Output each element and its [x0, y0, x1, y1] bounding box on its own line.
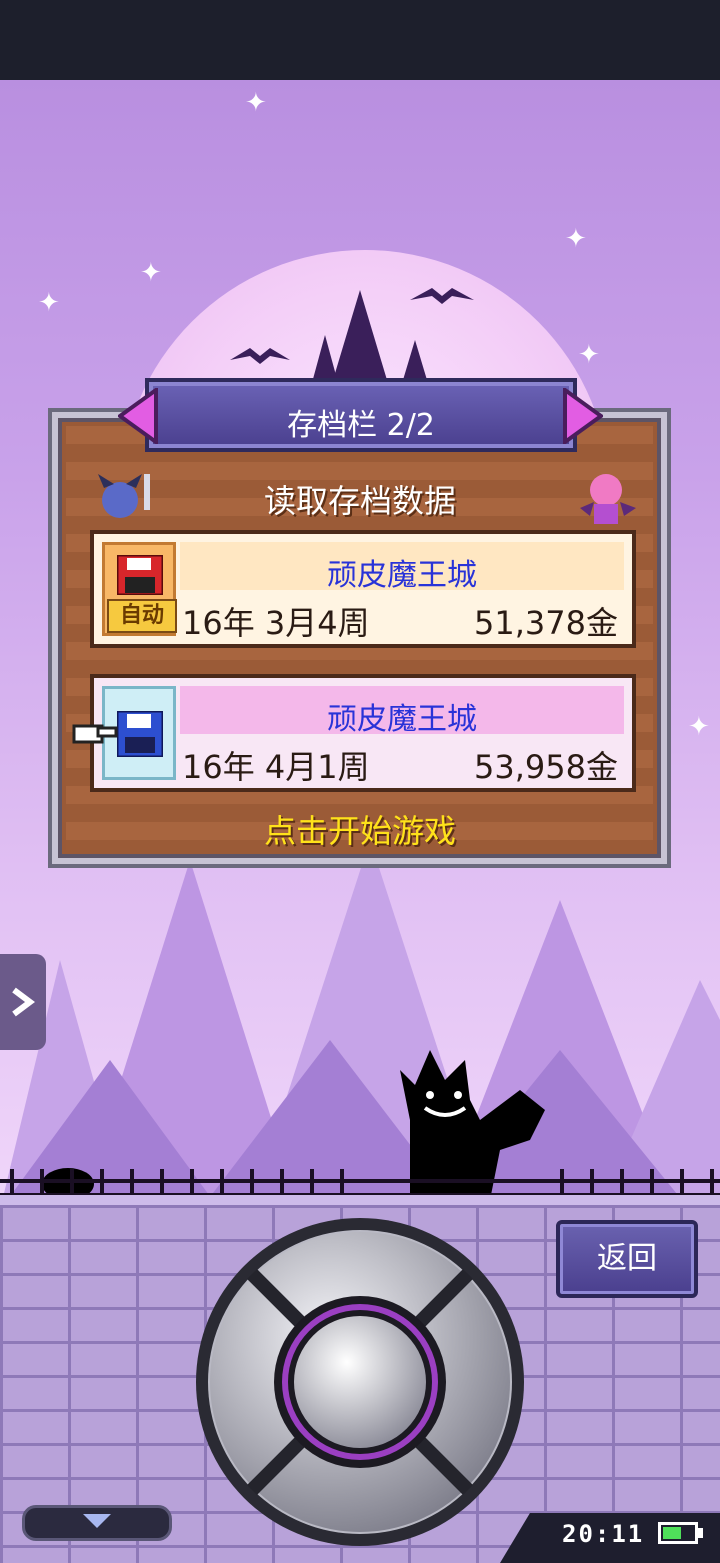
dpad-center-button: [294, 1316, 426, 1448]
star-icon: ✦: [245, 88, 267, 118]
back-button[interactable]: 返回: [556, 1220, 698, 1298]
mountain-silhouettes: [1, 840, 720, 1205]
dialog-subtitle: 读取存档数据: [263, 482, 456, 520]
start-game-prompt[interactable]: 点击开始游戏: [0, 806, 720, 852]
battery-tip: [698, 1528, 703, 1538]
star-icon: ✦: [140, 258, 162, 288]
directional-pad[interactable]: [192, 1214, 528, 1550]
chevron-right-icon: [12, 987, 35, 1017]
star-icon: ✦: [688, 712, 710, 742]
game-clock: 20:11: [562, 1520, 645, 1548]
slot-gold: 53,958金: [474, 748, 618, 786]
top-status-area: [0, 0, 720, 80]
floppy-disk-blue-icon: [117, 711, 163, 757]
chevron-down-icon: [83, 1514, 111, 1528]
star-icon: ✦: [565, 224, 587, 254]
next-page-arrow-icon[interactable]: [563, 388, 603, 444]
save-slot-2[interactable]: 顽皮魔王城 16年 4月1周 53,958金: [90, 674, 636, 792]
pointing-hand-cursor-icon: [72, 724, 118, 744]
dialog-title-bar: 存档栏 2/2: [145, 378, 577, 452]
slot-date: 16年 3月4周: [182, 604, 370, 642]
slot-castle-name: 顽皮魔王城: [327, 558, 477, 593]
side-menu-tab[interactable]: [0, 954, 46, 1050]
star-icon: ✦: [578, 340, 600, 370]
floppy-disk-red-icon: [117, 555, 163, 595]
slot-icon-box: 自动: [102, 542, 177, 636]
save-slot-1[interactable]: 自动 顽皮魔王城 16年 3月4周 51,378金: [90, 530, 636, 648]
castle-silhouette: [230, 288, 474, 390]
battery-icon: [658, 1522, 698, 1544]
dialog-title: 存档栏 2/2: [287, 408, 435, 443]
slot-gold: 51,378金: [474, 604, 618, 642]
prev-page-arrow-icon[interactable]: [118, 388, 158, 444]
bottom-menu-tab[interactable]: [22, 1505, 172, 1541]
battery-level: [663, 1527, 681, 1539]
slot-date: 16年 4月1周: [182, 748, 370, 786]
star-icon: ✦: [38, 288, 60, 318]
auto-save-badge: 自动: [107, 599, 177, 633]
slot-castle-name: 顽皮魔王城: [327, 702, 477, 737]
